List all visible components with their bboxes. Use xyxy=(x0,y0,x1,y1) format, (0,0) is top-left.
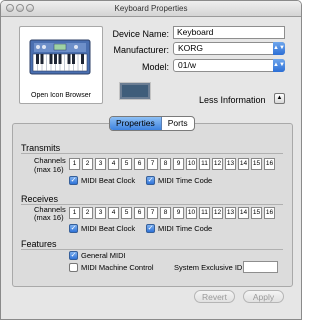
midi-machine-control-label: MIDI Machine Control xyxy=(81,263,154,272)
transmit-channel-7[interactable]: 7 xyxy=(147,158,158,170)
minimize-window-button[interactable] xyxy=(16,4,24,12)
features-title: Features xyxy=(21,239,57,249)
manufacturer-value: KORG xyxy=(178,43,204,53)
less-information-button[interactable]: ▲ xyxy=(274,93,285,104)
transmit-time-code-label: MIDI Time Code xyxy=(158,176,213,185)
model-value: 01/w xyxy=(178,60,196,70)
transmit-channel-14[interactable]: 14 xyxy=(238,158,249,170)
open-icon-browser-label: Open Icon Browser xyxy=(31,92,91,99)
transmit-channel-1[interactable]: 1 xyxy=(69,158,80,170)
transmit-channel-16[interactable]: 16 xyxy=(264,158,275,170)
receives-title: Receives xyxy=(21,194,59,204)
model-popup[interactable]: 01/w ▲▼ xyxy=(173,59,285,72)
transmit-channel-3[interactable]: 3 xyxy=(95,158,106,170)
transmit-channel-15[interactable]: 15 xyxy=(251,158,262,170)
window-controls xyxy=(6,4,36,19)
checkmark-icon: ✓ xyxy=(70,225,77,232)
receive-channel-4[interactable]: 4 xyxy=(108,207,119,219)
disclosure-up-icon: ▲ xyxy=(276,95,283,101)
receive-channel-7[interactable]: 7 xyxy=(147,207,158,219)
transmits-title: Transmits xyxy=(21,143,61,153)
transmit-channel-12[interactable]: 12 xyxy=(212,158,223,170)
transmit-beat-clock-checkbox[interactable]: ✓ xyxy=(69,176,78,185)
receive-channel-5[interactable]: 5 xyxy=(121,207,132,219)
transmit-channel-11[interactable]: 11 xyxy=(199,158,210,170)
midi-machine-control-checkbox[interactable] xyxy=(69,263,78,272)
keyboard-synth-icon xyxy=(29,39,91,75)
transmits-channels-sublabel: (max 16) xyxy=(34,165,64,174)
receive-channel-10[interactable]: 10 xyxy=(186,207,197,219)
transmits-channels-label: Channels xyxy=(34,156,66,165)
revert-button[interactable]: Revert xyxy=(194,290,235,303)
transmit-channel-4[interactable]: 4 xyxy=(108,158,119,170)
receive-channel-6[interactable]: 6 xyxy=(134,207,145,219)
transmit-channel-8[interactable]: 8 xyxy=(160,158,171,170)
receive-time-code-label: MIDI Time Code xyxy=(158,224,213,233)
receive-channel-3[interactable]: 3 xyxy=(95,207,106,219)
receive-channel-16[interactable]: 16 xyxy=(264,207,275,219)
receive-channel-1[interactable]: 1 xyxy=(69,207,80,219)
receive-channel-13[interactable]: 13 xyxy=(225,207,236,219)
device-color-swatch[interactable] xyxy=(119,82,151,100)
receive-channel-14[interactable]: 14 xyxy=(238,207,249,219)
device-name-label: Device Name: xyxy=(112,29,169,39)
transmit-channel-5[interactable]: 5 xyxy=(121,158,132,170)
device-name-field[interactable]: Keyboard xyxy=(173,26,285,39)
popup-arrows-icon: ▲▼ xyxy=(273,42,285,55)
receive-beat-clock-checkbox[interactable]: ✓ xyxy=(69,224,78,233)
keyboard-properties-window: Keyboard Properties Open Icon Browser De… xyxy=(0,0,302,320)
transmit-channel-6[interactable]: 6 xyxy=(134,158,145,170)
transmit-channel-9[interactable]: 9 xyxy=(173,158,184,170)
receive-channel-11[interactable]: 11 xyxy=(199,207,210,219)
checkmark-icon: ✓ xyxy=(70,252,77,259)
tab-properties[interactable]: Properties xyxy=(110,117,162,130)
receive-beat-clock-label: MIDI Beat Clock xyxy=(81,224,136,233)
transmit-channel-13[interactable]: 13 xyxy=(225,158,236,170)
receives-channels-sublabel: (max 16) xyxy=(34,213,64,222)
transmit-channel-2[interactable]: 2 xyxy=(82,158,93,170)
manufacturer-label: Manufacturer: xyxy=(113,45,169,55)
receive-channel-15[interactable]: 15 xyxy=(251,207,262,219)
receive-time-code-checkbox[interactable]: ✓ xyxy=(146,224,155,233)
window-title: Keyboard Properties xyxy=(114,4,188,13)
receive-channel-9[interactable]: 9 xyxy=(173,207,184,219)
features-divider xyxy=(21,249,283,250)
transmits-divider xyxy=(21,153,283,154)
sysex-id-label: System Exclusive ID: xyxy=(174,263,245,272)
model-label: Model: xyxy=(141,62,169,72)
sysex-id-field[interactable] xyxy=(243,261,278,273)
general-midi-checkbox[interactable]: ✓ xyxy=(69,251,78,260)
checkmark-icon: ✓ xyxy=(147,177,154,184)
checkmark-icon: ✓ xyxy=(70,177,77,184)
transmit-beat-clock-label: MIDI Beat Clock xyxy=(81,176,136,185)
close-window-button[interactable] xyxy=(6,4,14,12)
general-midi-label: General MIDI xyxy=(81,251,126,260)
title-bar: Keyboard Properties xyxy=(1,1,301,17)
receive-channel-2[interactable]: 2 xyxy=(82,207,93,219)
checkmark-icon: ✓ xyxy=(147,225,154,232)
receive-channel-12[interactable]: 12 xyxy=(212,207,223,219)
zoom-window-button[interactable] xyxy=(26,4,34,12)
manufacturer-popup[interactable]: KORG ▲▼ xyxy=(173,42,285,55)
popup-arrows-icon: ▲▼ xyxy=(273,59,285,72)
tab-ports[interactable]: Ports xyxy=(162,117,194,130)
receive-channel-8[interactable]: 8 xyxy=(160,207,171,219)
transmit-time-code-checkbox[interactable]: ✓ xyxy=(146,176,155,185)
tab-control: Properties Ports xyxy=(109,116,195,131)
device-icon-well[interactable]: Open Icon Browser xyxy=(19,26,103,104)
less-information-label: Less Information xyxy=(199,95,266,105)
transmit-channel-10[interactable]: 10 xyxy=(186,158,197,170)
apply-button[interactable]: Apply xyxy=(243,290,284,303)
